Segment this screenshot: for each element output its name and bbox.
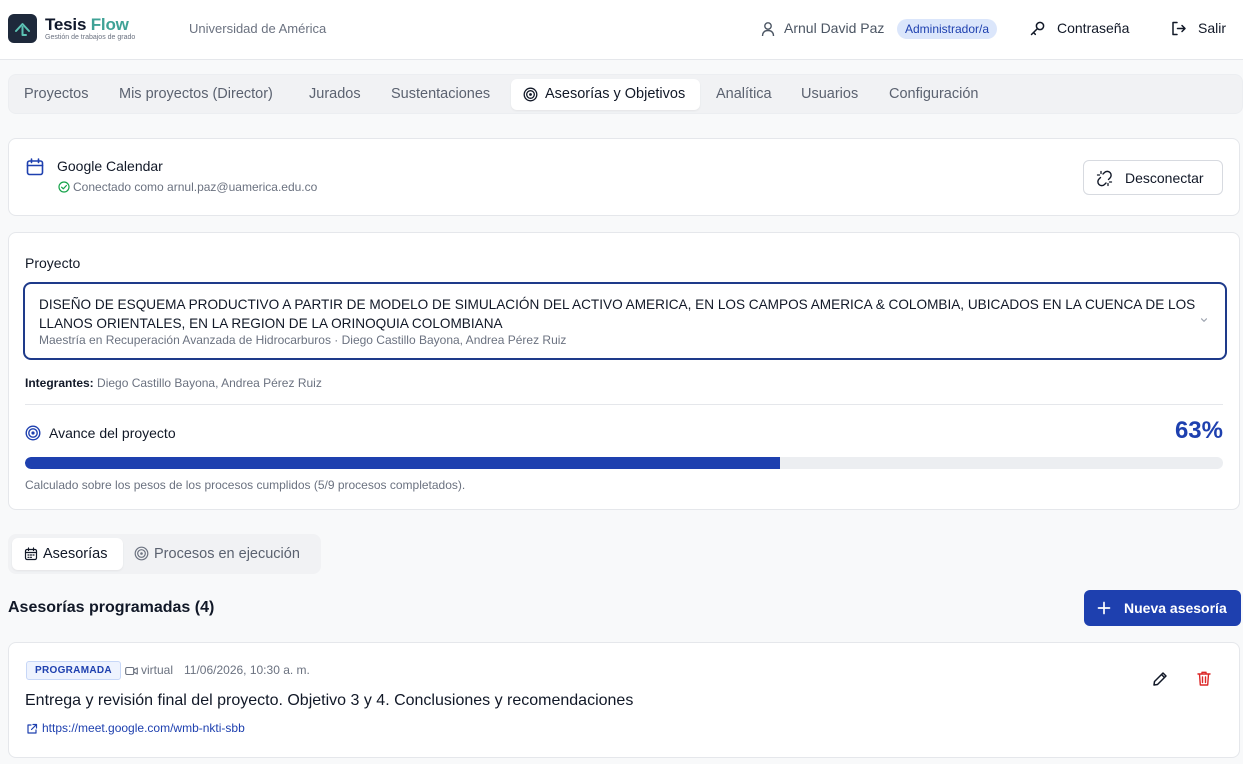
target-icon (134, 546, 149, 561)
tab-sustentaciones[interactable]: Sustentaciones (391, 75, 490, 113)
key-icon[interactable] (1029, 20, 1046, 37)
project-members: Integrantes: Diego Castillo Bayona, Andr… (25, 376, 322, 390)
new-asesoria-button[interactable]: Nueva asesoría (1084, 590, 1241, 626)
tab-procesos[interactable]: Procesos en ejecución (154, 534, 300, 574)
disconnect-label: Desconectar (1125, 170, 1204, 186)
status-badge: PROGRAMADA (26, 661, 121, 680)
new-asesoria-label: Nueva asesoría (1124, 600, 1227, 616)
tab-asesorias-objetivos-label: Asesorías y Objetivos (545, 86, 686, 102)
calendar-status-text: Conectado como arnul.paz@uamerica.edu.co (73, 180, 318, 194)
check-circle-icon (58, 181, 70, 193)
asesoria-datetime: 11/06/2026, 10:30 a. m. (184, 663, 310, 677)
progress-bar (25, 457, 1223, 469)
video-icon (125, 666, 138, 676)
brand-name: Tesis Flow (45, 15, 129, 34)
role-badge: Administrador/a (897, 19, 998, 39)
tab-configuracion[interactable]: Configuración (889, 75, 978, 113)
main-nav-tabs: Proyectos Mis proyectos (Director) Jurad… (8, 74, 1243, 114)
progress-label: Avance del proyecto (49, 425, 176, 441)
sub-tabs: Asesorías Procesos en ejecución (8, 534, 321, 574)
target-icon (25, 425, 41, 441)
institution-name: Universidad de América (189, 21, 327, 36)
project-card: Proyecto DISEÑO DE ESQUEMA PRODUCTIVO A … (8, 232, 1240, 510)
unlink-icon (1096, 170, 1113, 187)
pencil-icon[interactable] (1151, 670, 1169, 688)
asesoria-card: PROGRAMADA virtual 11/06/2026, 10:30 a. … (8, 642, 1240, 758)
meet-link[interactable]: https://meet.google.com/wmb-nkti-sbb (42, 721, 245, 735)
project-select[interactable]: DISEÑO DE ESQUEMA PRODUCTIVO A PARTIR DE… (23, 282, 1227, 360)
project-selected-subtitle: Maestría en Recuperación Avanzada de Hid… (39, 333, 567, 347)
tab-analitica[interactable]: Analítica (716, 75, 772, 113)
asesoria-mode: virtual (141, 663, 174, 677)
brand-subtitle: Gestión de trabajos de grado (45, 34, 136, 41)
tab-asesorias-objetivos[interactable]: Asesorías y Objetivos (511, 79, 700, 110)
calendar-title: Google Calendar (57, 158, 163, 174)
calendar-icon (26, 158, 44, 176)
tab-proyectos[interactable]: Proyectos (24, 75, 88, 113)
calendar-icon (24, 547, 38, 561)
progress-percent: 63% (1174, 417, 1223, 444)
target-icon (523, 87, 538, 102)
tab-usuarios[interactable]: Usuarios (801, 75, 858, 113)
logo-icon[interactable] (8, 14, 37, 43)
tab-mis-proyectos[interactable]: Mis proyectos (Director) (119, 75, 273, 113)
logout-icon[interactable] (1170, 20, 1187, 37)
disconnect-button[interactable]: Desconectar (1083, 160, 1223, 195)
password-button[interactable]: Contraseña (1057, 20, 1129, 36)
logout-button[interactable]: Salir (1198, 20, 1226, 36)
tab-asesorias-label: Asesorías (43, 546, 108, 562)
calendar-status: Conectado como arnul.paz@uamerica.edu.co (58, 180, 317, 194)
chevron-down-icon (1200, 318, 1208, 322)
progress-note: Calculado sobre los pesos de los proceso… (25, 478, 466, 492)
plus-icon (1097, 601, 1111, 615)
google-calendar-card: Google Calendar Conectado como arnul.paz… (8, 138, 1240, 216)
top-header: Tesis Flow Gestión de trabajos de grado … (0, 0, 1243, 60)
progress-bar-fill (25, 457, 780, 469)
user-name: Arnul David Paz (784, 20, 885, 36)
divider (25, 404, 1223, 405)
tab-jurados[interactable]: Jurados (309, 75, 361, 113)
external-link-icon (27, 723, 38, 734)
project-selected-title: DISEÑO DE ESQUEMA PRODUCTIVO A PARTIR DE… (39, 297, 1196, 331)
section-title: Asesorías programadas (4) (8, 599, 215, 616)
project-label: Proyecto (25, 255, 81, 271)
tab-asesorias[interactable]: Asesorías (12, 538, 123, 570)
asesoria-title: Entrega y revisión final del proyecto. O… (25, 692, 634, 709)
user-icon (761, 22, 775, 37)
trash-icon[interactable] (1196, 670, 1212, 687)
